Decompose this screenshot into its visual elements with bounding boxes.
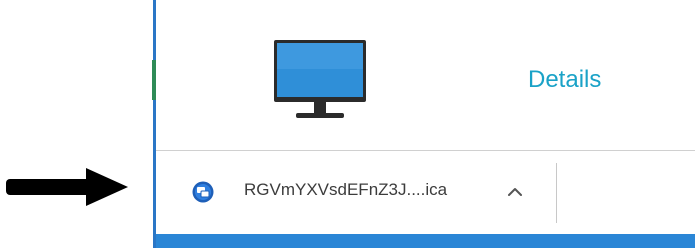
details-link[interactable]: Details xyxy=(528,66,601,94)
app-window: Details RGVmYXVsdEFnZ3J....ica xyxy=(156,0,695,248)
citrix-receiver-icon xyxy=(192,181,214,203)
taskbar xyxy=(156,234,695,248)
chevron-up-icon[interactable] xyxy=(500,177,530,207)
download-bar: RGVmYXVsdEFnZ3J....ica xyxy=(156,150,695,234)
download-file-name: RGVmYXVsdEFnZ3J....ica xyxy=(244,180,448,199)
desktop-monitor-icon[interactable] xyxy=(274,40,366,122)
download-divider xyxy=(556,163,557,223)
download-item[interactable]: RGVmYXVsdEFnZ3J....ica xyxy=(156,151,556,235)
arrow-right-icon xyxy=(6,168,128,206)
desktop-panel: Details xyxy=(156,0,695,150)
screenshot-stage: Details RGVmYXVsdEFnZ3J....ica xyxy=(0,0,695,248)
